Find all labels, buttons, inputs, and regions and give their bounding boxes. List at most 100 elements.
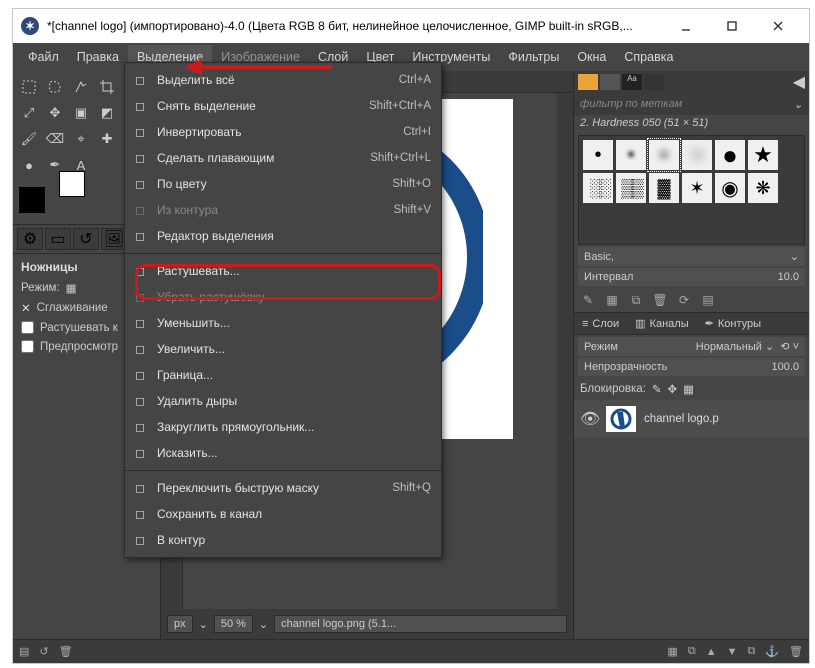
brush-item[interactable]: ▓	[649, 173, 679, 203]
menu-item[interactable]: ◻Переключить быструю маскуShift+Q	[125, 475, 441, 501]
menu-item[interactable]: ◻Уменьшить...	[125, 310, 441, 336]
maximize-button[interactable]	[709, 9, 755, 43]
tool-crop[interactable]	[95, 75, 119, 99]
brush-item[interactable]: •	[616, 140, 646, 170]
refresh-brush-icon[interactable]: ⟳	[676, 292, 692, 308]
opt-antialias[interactable]: Сглаживание	[37, 302, 108, 314]
status-icon[interactable]: 🗑	[59, 645, 73, 658]
patterns-tab[interactable]	[600, 74, 620, 90]
brush-item[interactable]: ✶	[682, 173, 712, 203]
tool-transform[interactable]: ⤢	[17, 101, 41, 125]
menu-item[interactable]: ◻Удалить дыры	[125, 388, 441, 414]
menu-item[interactable]: ◻Растушевать...	[125, 258, 441, 284]
menu-item[interactable]: ◻Сохранить в канал	[125, 501, 441, 527]
menu-item[interactable]: ◻Граница...	[125, 362, 441, 388]
chevron-down-icon[interactable]: ⌄	[259, 618, 268, 631]
status-icon[interactable]: ⚓	[765, 645, 779, 658]
brushes-tab[interactable]	[578, 74, 598, 90]
tool-blur[interactable]: ●	[17, 153, 41, 177]
brush-item[interactable]: •	[649, 140, 679, 170]
interval-value[interactable]: 10.0	[778, 271, 799, 283]
dup-brush-icon[interactable]: ⧉	[628, 292, 644, 308]
brush-item[interactable]: ●	[715, 140, 745, 170]
zoom-field[interactable]: 50 %	[214, 615, 253, 633]
status-icon[interactable]: ⧉	[747, 645, 755, 658]
menu-item[interactable]: ◻Исказить...	[125, 440, 441, 466]
lock-pixels-icon[interactable]: ✎	[652, 382, 662, 396]
menu-item[interactable]: ◻В контур	[125, 527, 441, 553]
del-brush-icon[interactable]: 🗑	[652, 292, 668, 308]
brush-item[interactable]: •	[583, 140, 613, 170]
menu-item[interactable]: ◻Снять выделениеShift+Ctrl+A	[125, 93, 441, 119]
unit-select[interactable]: px	[167, 615, 193, 633]
tool-fuzzy-select[interactable]	[69, 75, 93, 99]
brush-item[interactable]: ◉	[715, 173, 745, 203]
tool-move[interactable]: ✥	[43, 101, 67, 125]
status-icon[interactable]: ▤	[19, 645, 29, 658]
menu-item[interactable]: ◻Увеличить...	[125, 336, 441, 362]
opacity-value[interactable]: 100.0	[771, 361, 799, 373]
brush-item[interactable]: ★	[748, 140, 778, 170]
menu-file[interactable]: Файл	[19, 45, 68, 69]
edit-brush-icon[interactable]: ✎	[580, 292, 596, 308]
tool-gradient[interactable]: ◩	[95, 101, 119, 125]
brush-item[interactable]: ❋	[748, 173, 778, 203]
tab-paths[interactable]: ✒ Контуры	[697, 313, 769, 334]
chevron-down-icon[interactable]: ⌄	[794, 98, 803, 111]
brush-item[interactable]: ▒▒	[616, 173, 646, 203]
foreground-color[interactable]	[19, 187, 45, 213]
tool-brush[interactable]: 🖌	[17, 127, 41, 151]
brush-preset[interactable]: Basic,	[584, 251, 614, 263]
status-icon[interactable]: ▼	[727, 646, 738, 658]
menu-item[interactable]: ◻ИнвертироватьCtrl+I	[125, 119, 441, 145]
close-button[interactable]	[755, 9, 801, 43]
brush-filter[interactable]: фильтр по меткам	[580, 98, 682, 110]
tooloptions-tab[interactable]: ⚙	[17, 228, 43, 250]
status-icon[interactable]: ▦	[667, 645, 677, 658]
menu-item[interactable]: ◻Сделать плавающимShift+Ctrl+L	[125, 145, 441, 171]
chevron-down-icon[interactable]: ⌄	[199, 618, 208, 631]
mode-value[interactable]: Нормальный	[696, 341, 762, 353]
tab-layers[interactable]: ≡ Слои	[574, 313, 627, 334]
background-color[interactable]	[59, 171, 85, 197]
menu-item[interactable]: ◻Закруглить прямоугольник...	[125, 414, 441, 440]
tool-free-select[interactable]	[43, 75, 67, 99]
tab-channels[interactable]: ▥ Каналы	[627, 313, 696, 334]
tool-rect-select[interactable]	[17, 75, 41, 99]
layer-row[interactable]: 👁 channel logo.p	[574, 400, 809, 438]
device-tab[interactable]: ▭	[45, 228, 71, 250]
lock-position-icon[interactable]: ✥	[668, 382, 678, 396]
status-icon[interactable]: 🗑	[789, 645, 803, 658]
mode-icon[interactable]: ▦	[66, 281, 77, 295]
menu-item[interactable]: ◻По цветуShift+O	[125, 171, 441, 197]
visibility-icon[interactable]: 👁	[580, 409, 598, 429]
status-icon[interactable]: ⧉	[688, 645, 696, 658]
brush-item[interactable]: ░░	[583, 173, 613, 203]
antialias-close-icon[interactable]: ✕	[21, 301, 31, 315]
chevron-down-icon[interactable]: ⌄	[790, 250, 799, 263]
status-icon[interactable]: ↺	[39, 645, 48, 658]
layer-name[interactable]: channel logo.p	[644, 413, 719, 425]
lock-alpha-icon[interactable]: ▦	[683, 382, 694, 396]
fonts-tab[interactable]: Aa	[622, 74, 642, 90]
menu-help[interactable]: Справка	[615, 45, 682, 69]
undo-tab[interactable]: ↺	[73, 228, 99, 250]
brush-item[interactable]: •	[682, 140, 712, 170]
menu-windows[interactable]: Окна	[568, 45, 615, 69]
tool-clone[interactable]: ⌖	[69, 127, 93, 151]
menu-edit[interactable]: Правка	[68, 45, 128, 69]
open-brush-icon[interactable]: ▤	[700, 292, 716, 308]
menu-filters[interactable]: Фильтры	[499, 45, 568, 69]
feather-checkbox[interactable]	[21, 321, 34, 334]
minimize-button[interactable]	[663, 9, 709, 43]
tool-heal[interactable]: ✚	[95, 127, 119, 151]
new-brush-icon[interactable]: ▦	[604, 292, 620, 308]
dock-menu-icon[interactable]: ◀	[793, 72, 805, 92]
scrollbar-vertical[interactable]	[557, 93, 573, 609]
tool-eraser[interactable]: ⌫	[43, 127, 67, 151]
tool-bucket[interactable]: ▣	[69, 101, 93, 125]
preview-checkbox[interactable]	[21, 340, 34, 353]
history-tab[interactable]	[644, 74, 664, 90]
status-icon[interactable]: ▲	[706, 646, 717, 658]
menu-item[interactable]: ◻Редактор выделения	[125, 223, 441, 249]
